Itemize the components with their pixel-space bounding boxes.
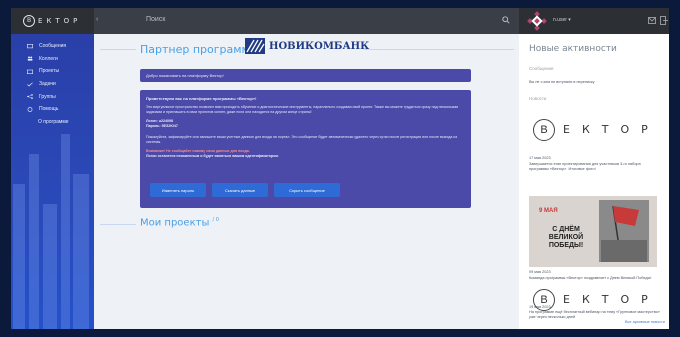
- divider: [100, 224, 136, 225]
- poster-date: 9 МАЯ: [539, 208, 558, 214]
- sidebar-item-messages[interactable]: Сообщения: [11, 40, 94, 53]
- sidebar-item-label: Коллеги: [39, 55, 58, 62]
- people-icon: [27, 56, 33, 61]
- share-icon: [27, 94, 33, 100]
- download-data-button[interactable]: Скачать данные: [212, 183, 268, 197]
- projects-count: / 0: [212, 217, 219, 223]
- mail-icon[interactable]: [648, 17, 656, 24]
- news-poster[interactable]: 9 МАЯ С ДНЁМ ВЕЛИКОЙ ПОБЕДЫ!: [529, 196, 657, 267]
- sidebar: Сообщения Коллеги Проекты Задачи Группы …: [11, 34, 94, 329]
- top-bar: В ЕКТОР ‹ Поиск n.user ▾: [11, 8, 669, 34]
- main-content: Партнер программы: НОВИКОМБАНК Добро пож…: [94, 34, 519, 329]
- news-date: 19 мая 2023: [529, 305, 551, 309]
- projects-title: Мои проекты / 0: [140, 217, 219, 228]
- messages-label: Сообщения: [529, 66, 554, 71]
- sidebar-item-help[interactable]: Помощь: [11, 103, 94, 116]
- victory-flag-icon: [599, 200, 649, 262]
- folder-icon: [27, 69, 33, 74]
- welcome-banner: Добро пожаловать на платформу Вектор!: [140, 69, 471, 82]
- password-text: Пароль: 5ЕЗ2Ю47: [146, 124, 178, 128]
- sidebar-item-label: Группы: [39, 93, 56, 100]
- user-bar: n.user ▾: [519, 8, 669, 34]
- card-note: Пожалуйста, зафиксируйте или запишите ва…: [146, 135, 457, 144]
- search-input[interactable]: Поиск: [146, 16, 165, 23]
- news-text[interactable]: Команда программы «Вектор» поздравляет с…: [529, 276, 661, 281]
- bank-name: НОВИКОМБАНК: [269, 40, 370, 52]
- sidebar-item-label: Задачи: [39, 81, 56, 88]
- divider: [364, 49, 514, 50]
- sidebar-item-label: Помощь: [39, 106, 59, 113]
- partner-title: Партнер программы:: [140, 43, 263, 56]
- sidebar-item-groups[interactable]: Группы: [11, 90, 94, 103]
- logo-text: ЕКТОР: [38, 17, 82, 25]
- news-text[interactable]: На программе ещё бесплатный вебинар на т…: [529, 310, 661, 319]
- news-date: 09 мая 2023: [529, 270, 551, 274]
- activity-title: Новые активности: [529, 44, 617, 54]
- change-password-button[interactable]: Изменить пароль: [150, 183, 206, 197]
- divider: [100, 49, 136, 50]
- sidebar-item-about[interactable]: О программе: [11, 116, 94, 129]
- avatar[interactable]: [527, 11, 547, 31]
- info-card: Приветствуем вас на платформе программы …: [140, 90, 471, 208]
- bank-logo[interactable]: НОВИКОМБАНК: [245, 38, 369, 54]
- search-icon[interactable]: [502, 16, 510, 24]
- news-text[interactable]: Завершается этап проектирования для учас…: [529, 162, 661, 171]
- sidebar-item-label: Проекты: [39, 68, 60, 75]
- news-logo-letter: В: [533, 119, 555, 141]
- user-menu[interactable]: n.user ▾: [553, 17, 571, 23]
- message-icon: [27, 43, 33, 48]
- activity-panel: Новые активности Сообщения Вы не с кем н…: [519, 34, 669, 329]
- sidebar-item-label: О программе: [38, 118, 69, 125]
- card-buttons: Изменить пароль Скачать данные Скрыть со…: [150, 183, 346, 197]
- sidebar-item-tasks[interactable]: Задачи: [11, 78, 94, 91]
- sidebar-nav: Сообщения Коллеги Проекты Задачи Группы …: [11, 40, 94, 128]
- hide-message-button[interactable]: Скрыть сообщение: [274, 183, 340, 197]
- logo[interactable]: В ЕКТОР: [11, 8, 94, 34]
- news-logo[interactable]: В ЕКТОР: [529, 116, 659, 144]
- sidebar-item-projects[interactable]: Проекты: [11, 65, 94, 78]
- news-date: 17 мая 2023: [529, 156, 551, 160]
- help-icon: [27, 106, 33, 112]
- collapse-icon[interactable]: ‹: [96, 16, 98, 23]
- projects-title-text: Мои проекты: [140, 217, 210, 229]
- logout-icon[interactable]: [660, 16, 668, 25]
- logo-letter: В: [23, 15, 35, 27]
- app-window: В ЕКТОР ‹ Поиск n.user ▾ Сообщения Колле…: [11, 8, 669, 329]
- all-news-link[interactable]: Все архивные новости: [625, 320, 665, 324]
- card-note-2: Логин останется неизменным и будет являт…: [146, 154, 279, 158]
- bank-mark-icon: [245, 38, 265, 54]
- news-logo-text: ЕКТОР: [563, 123, 660, 136]
- tasks-icon: [27, 82, 33, 87]
- news-label: Новости: [529, 96, 547, 101]
- news-logo-text: ЕКТОР: [563, 293, 660, 306]
- card-heading: Приветствуем вас на платформе программы …: [146, 96, 257, 101]
- poster-text: С ДНЁМ ВЕЛИКОЙ ПОБЕДЫ!: [548, 226, 584, 249]
- sidebar-item-label: Сообщения: [39, 43, 67, 50]
- sidebar-item-colleagues[interactable]: Коллеги: [11, 53, 94, 66]
- messages-empty: Вы не с кем не вступали в переписку: [529, 80, 595, 84]
- card-intro: Это виртуальное пространство позволит ва…: [146, 105, 459, 114]
